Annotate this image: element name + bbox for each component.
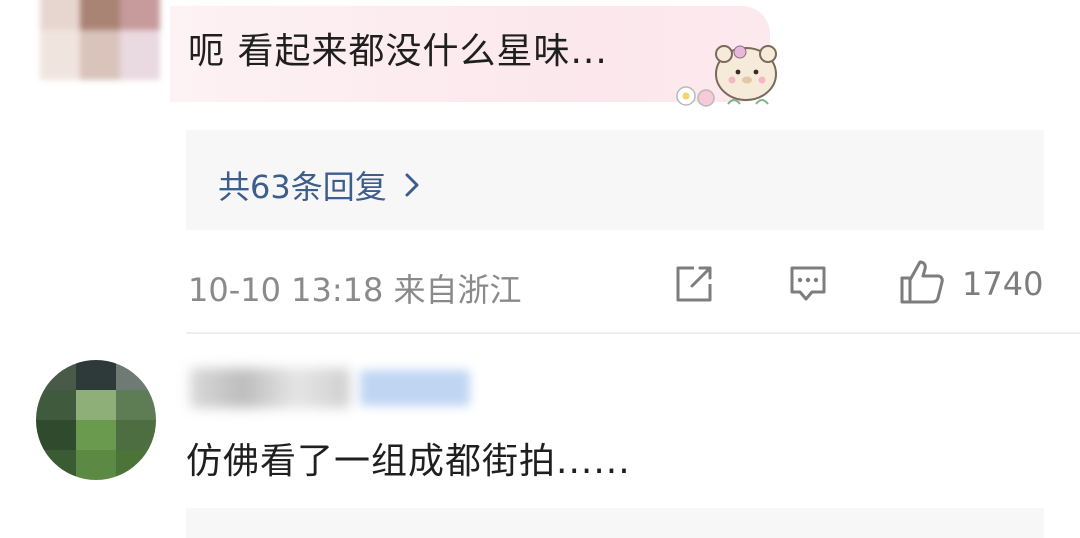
chevron-right-icon <box>405 173 419 197</box>
divider <box>186 332 1080 334</box>
timestamp: 10-10 13:18 <box>188 271 384 309</box>
bear-sticker-icon <box>676 45 777 107</box>
avatar-blurred[interactable] <box>40 0 170 80</box>
replies-panel[interactable] <box>186 508 1044 538</box>
location-label: 来自浙江 <box>393 271 522 309</box>
share-icon[interactable] <box>672 262 716 306</box>
avatar-blurred[interactable] <box>36 360 156 480</box>
like-count: 1740 <box>962 265 1044 303</box>
comment-text: 仿佛看了一组成都街拍...... <box>186 441 631 482</box>
username-blurred[interactable] <box>190 368 350 408</box>
replies-count-label: 共63条回复 <box>218 168 387 206</box>
comment-text: 呃 看起来都没什么星味... <box>188 31 608 72</box>
thumbs-up-icon[interactable] <box>898 258 946 306</box>
user-badge-blurred <box>360 370 470 406</box>
view-replies-link[interactable]: 共63条回复 <box>218 162 421 208</box>
comment-icon[interactable] <box>786 262 830 306</box>
comment-meta: 10-10 13:18 来自浙江 <box>188 265 522 311</box>
